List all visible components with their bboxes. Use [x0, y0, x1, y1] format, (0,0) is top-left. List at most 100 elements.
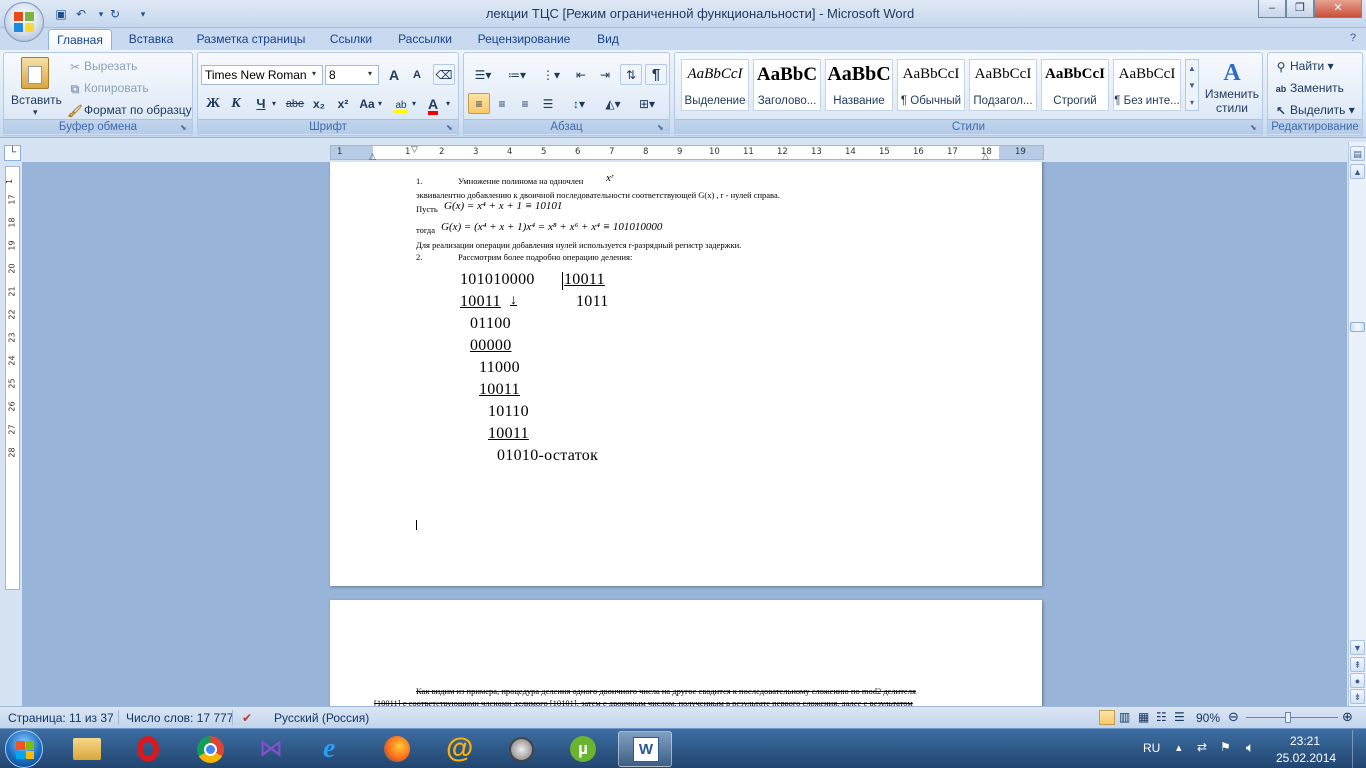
utorrent-taskbar-icon[interactable]: µ	[556, 731, 610, 767]
zoom-slider[interactable]	[1246, 717, 1338, 718]
word-count[interactable]: Число слов: 17 777	[126, 711, 233, 725]
dialog-launcher-icon[interactable]: ⬊	[180, 123, 189, 132]
style-normal[interactable]: AaBbCcI ¶ Обычный	[897, 59, 965, 111]
full-screen-reading-icon[interactable]: ▥	[1119, 710, 1130, 724]
sort-icon[interactable]: ⇅	[620, 64, 642, 85]
strikethrough-button[interactable]: abe	[284, 93, 306, 114]
next-page-icon[interactable]: ⇟	[1350, 689, 1365, 704]
close-button[interactable]: ✕	[1314, 0, 1362, 18]
browse-object-icon[interactable]: ●	[1350, 673, 1365, 688]
vertical-scrollbar[interactable]: ▤ ▲ ▼ ⇞ ● ⇟	[1348, 142, 1366, 706]
word-taskbar-icon[interactable]: W	[618, 731, 672, 767]
vertical-ruler[interactable]: 1 17 18 19 20 21 22 23 24 25 26 27 28	[5, 166, 20, 590]
superscript-button[interactable]: x²	[332, 93, 354, 114]
hanging-indent-icon[interactable]: △	[369, 151, 376, 162]
style-heading[interactable]: AaBbC Заголово...	[753, 59, 821, 111]
help-icon[interactable]: ?	[1350, 32, 1356, 44]
tab-references[interactable]: Ссылки	[322, 29, 380, 50]
font-name-dropdown-icon[interactable]: ▾	[312, 69, 316, 78]
cut-button[interactable]: ✂ Вырезать	[66, 58, 137, 76]
right-indent-icon[interactable]: △	[982, 151, 989, 162]
office-button[interactable]	[4, 2, 44, 42]
style-no-spacing[interactable]: AaBbCcI ¶ Без инте...	[1113, 59, 1181, 111]
zoom-slider-thumb[interactable]	[1285, 712, 1291, 723]
tab-mailings[interactable]: Рассылки	[390, 29, 460, 50]
web-layout-icon[interactable]: ▦	[1138, 710, 1149, 724]
scroll-up-icon[interactable]: ▲	[1350, 164, 1365, 179]
page-12[interactable]: Как видим из примера, процедура деления …	[330, 600, 1042, 706]
change-case-dropdown-icon[interactable]: ▾	[378, 99, 382, 108]
highlight-icon[interactable]: ab	[390, 93, 412, 114]
internet-explorer-taskbar-icon[interactable]: e	[308, 731, 362, 767]
font-color-icon[interactable]: A	[422, 93, 444, 115]
decrease-indent-icon[interactable]: ⇤	[570, 64, 592, 85]
page-indicator[interactable]: Страница: 11 из 37	[8, 711, 114, 725]
tab-selector-icon[interactable]: └	[4, 145, 21, 161]
font-name-box[interactable]: Times New Roman	[201, 65, 323, 85]
proofing-icon[interactable]: ✔	[242, 711, 252, 725]
zoom-out-icon[interactable]: ⊖	[1228, 709, 1239, 725]
paste-button[interactable]: Вставить ▾	[9, 55, 63, 119]
chrome-taskbar-icon[interactable]	[184, 731, 238, 767]
tab-home[interactable]: Главная	[48, 29, 112, 50]
style-strong[interactable]: AaBbCcI Строгий	[1041, 59, 1109, 111]
numbering-icon[interactable]: ≔▾	[502, 64, 532, 85]
zoom-level[interactable]: 90%	[1196, 711, 1220, 725]
tab-review[interactable]: Рецензирование	[470, 29, 578, 50]
font-size-dropdown-icon[interactable]: ▾	[368, 69, 372, 78]
bold-button[interactable]: Ж	[202, 93, 224, 114]
visual-studio-taskbar-icon[interactable]: ⋈	[246, 731, 300, 767]
shrink-font-button[interactable]: A	[406, 64, 428, 85]
tab-view[interactable]: Вид	[588, 29, 628, 50]
save-icon[interactable]: ▣	[52, 5, 70, 23]
underline-button[interactable]: Ч	[250, 93, 272, 114]
justify-icon[interactable]: ☰	[537, 93, 559, 114]
show-formatting-button[interactable]: ¶	[645, 64, 667, 85]
tab-insert[interactable]: Вставка	[120, 29, 182, 50]
replace-button[interactable]: ab Заменить	[1272, 80, 1344, 98]
style-emphasis[interactable]: AaBbCcI Выделение	[681, 59, 749, 111]
align-right-icon[interactable]: ≡	[514, 93, 536, 114]
style-title[interactable]: AaBbC Название	[825, 59, 893, 111]
format-painter-button[interactable]: 🖌Формат по образцу	[66, 102, 191, 120]
change-case-button[interactable]: Aa	[356, 93, 378, 114]
tray-expand-icon[interactable]: ▴	[1176, 741, 1182, 754]
minimize-button[interactable]: –	[1258, 0, 1286, 18]
previous-page-icon[interactable]: ⇞	[1350, 657, 1365, 672]
style-subtitle[interactable]: AaBbCcI Подзагол...	[969, 59, 1037, 111]
ruler-toggle-icon[interactable]: ▤	[1350, 146, 1365, 161]
shading-icon[interactable]: ◭▾	[598, 93, 628, 114]
zoom-in-icon[interactable]: ⊕	[1342, 709, 1353, 725]
highlight-dropdown-icon[interactable]: ▾	[412, 99, 416, 108]
grow-font-button[interactable]: A	[383, 64, 405, 85]
select-button[interactable]: ↖ Выделить ▾	[1272, 102, 1355, 120]
draft-icon[interactable]: ☰	[1174, 710, 1185, 724]
undo-icon[interactable]: ↶	[72, 5, 90, 23]
explorer-taskbar-icon[interactable]	[60, 731, 114, 767]
underline-dropdown-icon[interactable]: ▾	[272, 99, 276, 108]
subscript-button[interactable]: x₂	[308, 93, 330, 114]
maximize-button[interactable]: ❐	[1286, 0, 1314, 18]
customize-qat-icon[interactable]: ▾	[134, 5, 152, 23]
dialog-launcher-icon[interactable]: ⬊	[1250, 123, 1259, 132]
media-taskbar-icon[interactable]	[494, 731, 548, 767]
font-color-dropdown-icon[interactable]: ▾	[446, 99, 450, 108]
firefox-taskbar-icon[interactable]	[370, 731, 424, 767]
redo-icon[interactable]: ↻	[106, 5, 124, 23]
dialog-launcher-icon[interactable]: ⬊	[657, 123, 666, 132]
find-button[interactable]: ⚲ Найти ▾	[1272, 58, 1334, 76]
language-indicator[interactable]: Русский (Россия)	[274, 711, 369, 725]
dialog-launcher-icon[interactable]: ⬊	[446, 123, 455, 132]
horizontal-ruler[interactable]: 1 1 2 3 4 5 6 7 8 9 10 11 12 13 14 15 16…	[330, 144, 1044, 162]
network-activity-icon[interactable]: ⇄	[1197, 740, 1207, 754]
change-styles-button[interactable]: A Изменить стили	[1203, 59, 1261, 119]
scroll-thumb[interactable]	[1350, 322, 1365, 332]
clock-time[interactable]: 23:21	[1290, 734, 1320, 748]
align-center-icon[interactable]: ≡	[491, 93, 513, 114]
opera-taskbar-icon[interactable]	[122, 731, 176, 767]
print-layout-icon[interactable]	[1099, 710, 1115, 725]
copy-button[interactable]: ⧉ Копировать	[66, 80, 149, 98]
input-language[interactable]: RU	[1143, 741, 1160, 755]
mail-agent-taskbar-icon[interactable]: @	[432, 731, 486, 767]
clock-date[interactable]: 25.02.2014	[1276, 751, 1336, 765]
